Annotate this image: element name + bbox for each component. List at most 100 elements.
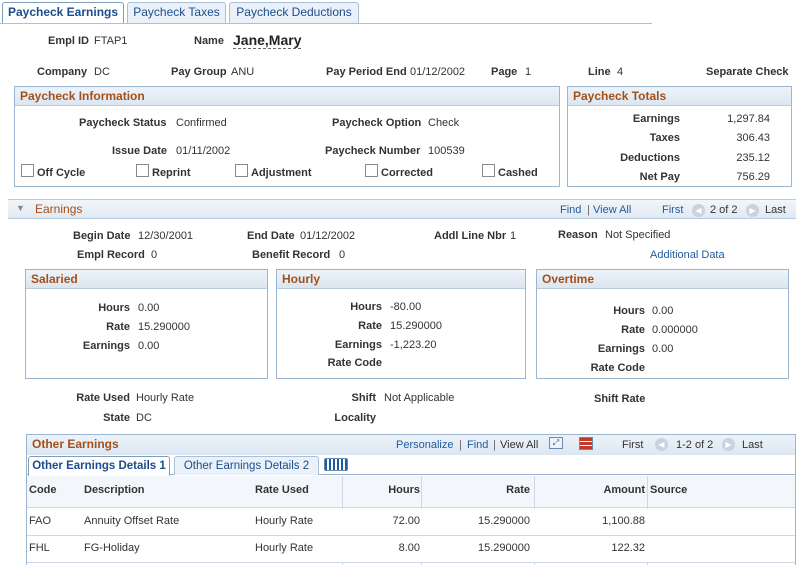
col-source-header[interactable]: Source	[650, 484, 687, 496]
zoom-grid-icon[interactable]: ⤢	[549, 437, 563, 449]
other-earnings-find-link[interactable]: Find	[467, 439, 488, 451]
row2-amount: 122.32	[611, 542, 645, 554]
adjustment-label: Adjustment	[251, 167, 312, 179]
col-description-header[interactable]: Description	[84, 484, 145, 496]
corrected-checkbox[interactable]	[365, 164, 378, 177]
benefit-record-value: 0	[339, 249, 346, 261]
hourly-earnings-value: -1,223.20	[390, 339, 437, 351]
cashed-label: Cashed	[498, 167, 538, 179]
paycheck-status-label: Paycheck Status	[79, 117, 167, 129]
additional-data-link[interactable]: Additional Data	[650, 249, 725, 261]
shift-value: Not Applicable	[384, 392, 455, 404]
other-earnings-record-count: 1-2 of 2	[676, 439, 714, 451]
shift-label: Shift	[351, 392, 376, 404]
pay-group-label: Pay Group	[171, 66, 227, 78]
hourly-rate-value: 15.290000	[390, 320, 442, 332]
end-date-value: 01/12/2002	[300, 230, 356, 242]
next-arrow-icon[interactable]: ▶	[746, 204, 759, 217]
col-amount-header[interactable]: Amount	[534, 484, 645, 496]
reprint-label: Reprint	[152, 167, 191, 179]
issue-date-value: 01/11/2002	[176, 145, 231, 157]
empl-record-value: 0	[151, 249, 158, 261]
employee-name: Jane,Mary	[233, 32, 302, 49]
hourly-rate-label: Rate	[358, 320, 382, 332]
earnings-last-label: Last	[765, 204, 786, 216]
overtime-earnings-value: 0.00	[652, 343, 674, 355]
overtime-title: Overtime	[537, 270, 788, 289]
adjustment-checkbox[interactable]	[235, 164, 248, 177]
hourly-earnings-label: Earnings	[334, 339, 382, 351]
earnings-view-all-link[interactable]: View All	[593, 204, 631, 216]
paycheck-status-value: Confirmed	[176, 117, 227, 129]
row1-amount: 1,100.88	[602, 515, 645, 527]
issue-date-label: Issue Date	[112, 145, 168, 157]
col-rate-used-header[interactable]: Rate Used	[255, 484, 309, 496]
addl-line-nbr-value: 1	[510, 230, 517, 242]
previous-arrow-icon[interactable]: ◀	[655, 438, 668, 451]
salaried-earnings-label: Earnings	[82, 340, 130, 352]
show-all-columns-icon[interactable]	[324, 458, 348, 471]
earnings-section-title[interactable]: Earnings	[35, 202, 82, 216]
totals-taxes-label: Taxes	[649, 132, 680, 144]
shift-rate-label: Shift Rate	[594, 393, 646, 405]
company-value: DC	[94, 66, 110, 78]
earnings-find-link[interactable]: Find	[560, 204, 581, 216]
cashed-checkbox[interactable]	[482, 164, 495, 177]
locality-label: Locality	[334, 412, 376, 424]
tab-paycheck-earnings[interactable]: Paycheck Earnings	[2, 2, 124, 24]
name-label: Name	[194, 35, 224, 47]
empl-record-label: Empl Record	[77, 249, 145, 261]
totals-earnings-label: Earnings	[632, 113, 680, 125]
row1-code: FAO	[29, 515, 52, 527]
page-label: Page	[491, 66, 518, 78]
other-earnings-view-all[interactable]: View All	[500, 439, 538, 451]
previous-arrow-icon[interactable]: ◀	[692, 204, 705, 217]
corrected-label: Corrected	[381, 167, 433, 179]
overtime-rate-label: Rate	[621, 324, 645, 336]
empl-id-label: Empl ID	[48, 35, 89, 47]
col-hours-header[interactable]: Hours	[344, 484, 420, 496]
reprint-checkbox[interactable]	[136, 164, 149, 177]
totals-net-pay-value: 756.29	[736, 171, 770, 183]
hourly-title: Hourly	[277, 270, 525, 289]
subtab-other-earnings-details-2[interactable]: Other Earnings Details 2	[174, 456, 319, 475]
company-label: Company	[37, 66, 88, 78]
subtab-other-earnings-details-1[interactable]: Other Earnings Details 1	[28, 456, 170, 476]
col-rate-header[interactable]: Rate	[422, 484, 530, 496]
overtime-rate-value: 0.000000	[652, 324, 698, 336]
personalize-link[interactable]: Personalize	[396, 439, 453, 451]
paycheck-totals-title: Paycheck Totals	[568, 87, 791, 106]
separator: |	[459, 439, 462, 451]
salaried-title: Salaried	[26, 270, 267, 289]
paycheck-number-value: 100539	[428, 145, 465, 157]
off-cycle-label: Off Cycle	[37, 167, 86, 179]
row2-hours: 8.00	[398, 542, 420, 554]
salaried-hours-label: Hours	[98, 302, 130, 314]
separate-check-label: Separate Check	[706, 66, 789, 78]
separator: |	[493, 439, 496, 451]
totals-taxes-value: 306.43	[736, 132, 770, 144]
reason-value: Not Specified	[605, 229, 671, 241]
off-cycle-checkbox[interactable]	[21, 164, 34, 177]
row1-hours: 72.00	[392, 515, 420, 527]
other-earnings-last-label: Last	[742, 439, 763, 451]
totals-net-pay-label: Net Pay	[639, 171, 680, 183]
row2-code: FHL	[29, 542, 50, 554]
other-earnings-title: Other Earnings	[32, 437, 119, 451]
download-spreadsheet-icon[interactable]	[579, 437, 593, 450]
end-date-label: End Date	[247, 230, 295, 242]
separator: |	[587, 204, 590, 216]
earnings-first-link[interactable]: First	[662, 204, 683, 216]
pay-group-value: ANU	[231, 66, 255, 78]
tab-paycheck-deductions[interactable]: Paycheck Deductions	[229, 2, 359, 23]
collapse-triangle-icon[interactable]: ▼	[16, 203, 25, 213]
paycheck-information-title: Paycheck Information	[15, 87, 559, 106]
tab-paycheck-taxes[interactable]: Paycheck Taxes	[127, 2, 226, 23]
hourly-hours-value: -80.00	[390, 301, 422, 313]
next-arrow-icon[interactable]: ▶	[722, 438, 735, 451]
hourly-rate-code-label: Rate Code	[327, 357, 382, 369]
totals-earnings-value: 1,297.84	[727, 113, 770, 125]
salaried-earnings-value: 0.00	[138, 340, 160, 352]
begin-date-value: 12/30/2001	[138, 230, 194, 242]
col-code-header[interactable]: Code	[29, 484, 57, 496]
